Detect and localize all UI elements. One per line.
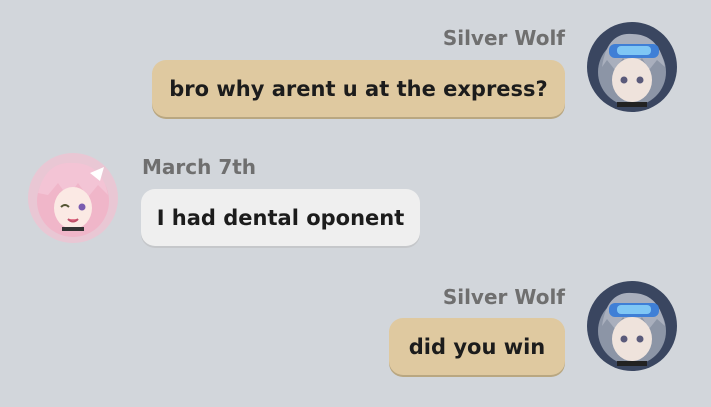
sender-name: Silver Wolf bbox=[442, 285, 565, 309]
message-bubble[interactable]: bro why arent u at the express? bbox=[152, 60, 565, 117]
message-bubble[interactable]: I had dental oponent bbox=[141, 189, 420, 246]
message-bubble[interactable]: did you win bbox=[389, 318, 565, 375]
march-7th-avatar[interactable] bbox=[28, 153, 118, 243]
silver-wolf-avatar[interactable] bbox=[587, 281, 677, 371]
silver-wolf-avatar[interactable] bbox=[587, 22, 677, 112]
sender-name: Silver Wolf bbox=[442, 26, 565, 50]
sender-name: March 7th bbox=[142, 155, 257, 179]
